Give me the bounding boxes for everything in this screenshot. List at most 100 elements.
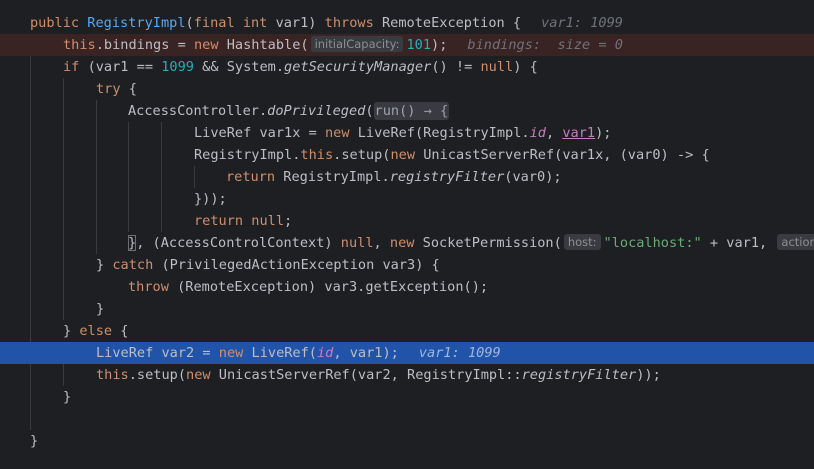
code-text: , var1); bbox=[333, 345, 399, 361]
number-literal: 101 bbox=[406, 37, 432, 53]
code-text: ( bbox=[185, 15, 194, 31]
keyword: null bbox=[480, 59, 514, 75]
code-line-4[interactable]: try { bbox=[0, 78, 814, 100]
code-text: , bbox=[545, 125, 563, 141]
code-line-18[interactable]: } bbox=[0, 386, 814, 408]
parameter-hint: initialCapacity: bbox=[310, 36, 404, 52]
code-text: } bbox=[96, 257, 113, 273]
code-text: { bbox=[120, 323, 129, 339]
code-line-16-current-execution[interactable]: LiveRef var2 = new LiveRef(id, var1); var… bbox=[0, 342, 814, 364]
code-line-13[interactable]: throw (RemoteException) var3.getExceptio… bbox=[0, 276, 814, 298]
keyword: null bbox=[340, 235, 374, 251]
code-line-8[interactable]: return RegistryImpl.registryFilter(var0)… bbox=[0, 166, 814, 188]
code-text: (RemoteException) var3.getException(); bbox=[177, 279, 489, 295]
static-field: id bbox=[317, 345, 334, 361]
code-text: .bindings = bbox=[95, 37, 194, 53]
inline-value-name: bindings: bbox=[467, 37, 542, 53]
method-reference: registryFilter bbox=[521, 367, 637, 383]
method-call: doPrivileged bbox=[267, 103, 366, 119]
debug-inline-value: var1: 1099 bbox=[418, 345, 501, 361]
matched-brace: } bbox=[128, 235, 137, 251]
keyword: new bbox=[324, 125, 358, 141]
code-line-1[interactable]: public RegistryImpl(final int var1) thro… bbox=[0, 12, 814, 34]
keyword: try bbox=[96, 81, 129, 97]
keyword: if bbox=[63, 59, 88, 75]
code-text: })); bbox=[194, 191, 227, 207]
code-line-5[interactable]: AccessController.doPrivileged(run() → { bbox=[0, 100, 814, 122]
code-text: Hashtable( bbox=[226, 37, 309, 53]
keyword: new bbox=[186, 367, 219, 383]
keyword: final bbox=[193, 15, 243, 31]
keyword: new bbox=[193, 37, 227, 53]
parameter-hint: host: bbox=[563, 234, 601, 250]
code-text: ); bbox=[595, 125, 612, 141]
keyword: else bbox=[79, 323, 121, 339]
code-text: ) { bbox=[513, 59, 538, 75]
keyword: this bbox=[63, 37, 96, 53]
keyword: new bbox=[390, 147, 424, 163]
method-call: getSecurityManager bbox=[284, 59, 432, 75]
code-text: UnicastServerRef(var1x, (var0) -> { bbox=[423, 147, 710, 163]
code-text: } bbox=[63, 323, 80, 339]
code-text: )); bbox=[636, 367, 661, 383]
code-text: LiveRef var1x = bbox=[194, 125, 325, 141]
constructor-name: RegistryImpl bbox=[87, 15, 186, 31]
keyword: null bbox=[251, 213, 285, 229]
keyword: this bbox=[300, 147, 334, 163]
captured-parameter: var1 bbox=[562, 125, 596, 141]
code-line-12[interactable]: } catch (PrivilegedActionException var3)… bbox=[0, 254, 814, 276]
code-line-14[interactable]: } bbox=[0, 298, 814, 320]
lambda-fold-hint[interactable]: run() → { bbox=[373, 102, 450, 120]
code-editor[interactable]: public RegistryImpl(final int var1) thro… bbox=[0, 0, 814, 469]
static-field: id bbox=[529, 125, 546, 141]
code-text: LiveRef( bbox=[251, 345, 317, 361]
code-line-6[interactable]: LiveRef var1x = new LiveRef(RegistryImpl… bbox=[0, 122, 814, 144]
code-text: RegistryImpl. bbox=[283, 169, 390, 185]
code-line-10[interactable]: return null; bbox=[0, 210, 814, 232]
parameter-hint: action: bbox=[777, 234, 814, 250]
keyword: new bbox=[389, 235, 423, 251]
code-text: SocketPermission( bbox=[422, 235, 562, 251]
code-text: RegistryImpl. bbox=[194, 147, 301, 163]
code-text: } bbox=[30, 433, 39, 449]
code-text: UnicastServerRef(var2, RegistryImpl:: bbox=[218, 367, 522, 383]
keyword: throws bbox=[324, 15, 382, 31]
number-literal: 1099 bbox=[161, 59, 194, 75]
keyword: public bbox=[30, 15, 88, 31]
code-line-20[interactable]: } bbox=[0, 430, 814, 452]
code-text: { bbox=[128, 81, 137, 97]
code-text: RemoteException { bbox=[381, 15, 522, 31]
inline-value-value: size = 0 bbox=[557, 37, 623, 53]
code-text: ; bbox=[284, 213, 293, 229]
keyword: new bbox=[218, 345, 252, 361]
code-text: AccessController. bbox=[128, 103, 268, 119]
code-text: () != bbox=[431, 59, 481, 75]
code-text: } bbox=[96, 301, 105, 317]
method-call: registryFilter bbox=[389, 169, 505, 185]
code-line-2-breakpoint[interactable]: this.bindings = new Hashtable(initialCap… bbox=[0, 34, 814, 56]
keyword: return bbox=[226, 169, 284, 185]
code-line-17[interactable]: this.setup(new UnicastServerRef(var2, Re… bbox=[0, 364, 814, 386]
code-line-11[interactable]: }, (AccessControlContext) null, new Sock… bbox=[0, 232, 814, 254]
code-line-9[interactable]: })); bbox=[0, 188, 814, 210]
debug-inline-value: var1: 1099 bbox=[541, 15, 623, 31]
code-text: + var1, bbox=[701, 235, 776, 251]
code-text: .setup( bbox=[333, 147, 391, 163]
code-text: ( bbox=[365, 103, 374, 119]
keyword: return bbox=[194, 213, 252, 229]
keyword: this bbox=[96, 367, 129, 383]
code-line-7[interactable]: RegistryImpl.this.setup(new UnicastServe… bbox=[0, 144, 814, 166]
keyword: int bbox=[242, 15, 276, 31]
code-text: (var0); bbox=[504, 169, 562, 185]
string-literal: "localhost:" bbox=[603, 235, 702, 251]
code-line-15[interactable]: } else { bbox=[0, 320, 814, 342]
code-text: LiveRef var2 = bbox=[96, 345, 219, 361]
code-text: (var1 == bbox=[87, 59, 162, 75]
code-text: ); bbox=[431, 37, 448, 53]
code-text: LiveRef(RegistryImpl. bbox=[357, 125, 530, 141]
debug-inline-value: bindings: size = 0 bbox=[467, 37, 623, 53]
code-line-3[interactable]: if (var1 == 1099 && System.getSecurityMa… bbox=[0, 56, 814, 78]
code-text: && System. bbox=[193, 59, 285, 75]
keyword: catch bbox=[112, 257, 162, 273]
code-text: } bbox=[63, 389, 72, 405]
